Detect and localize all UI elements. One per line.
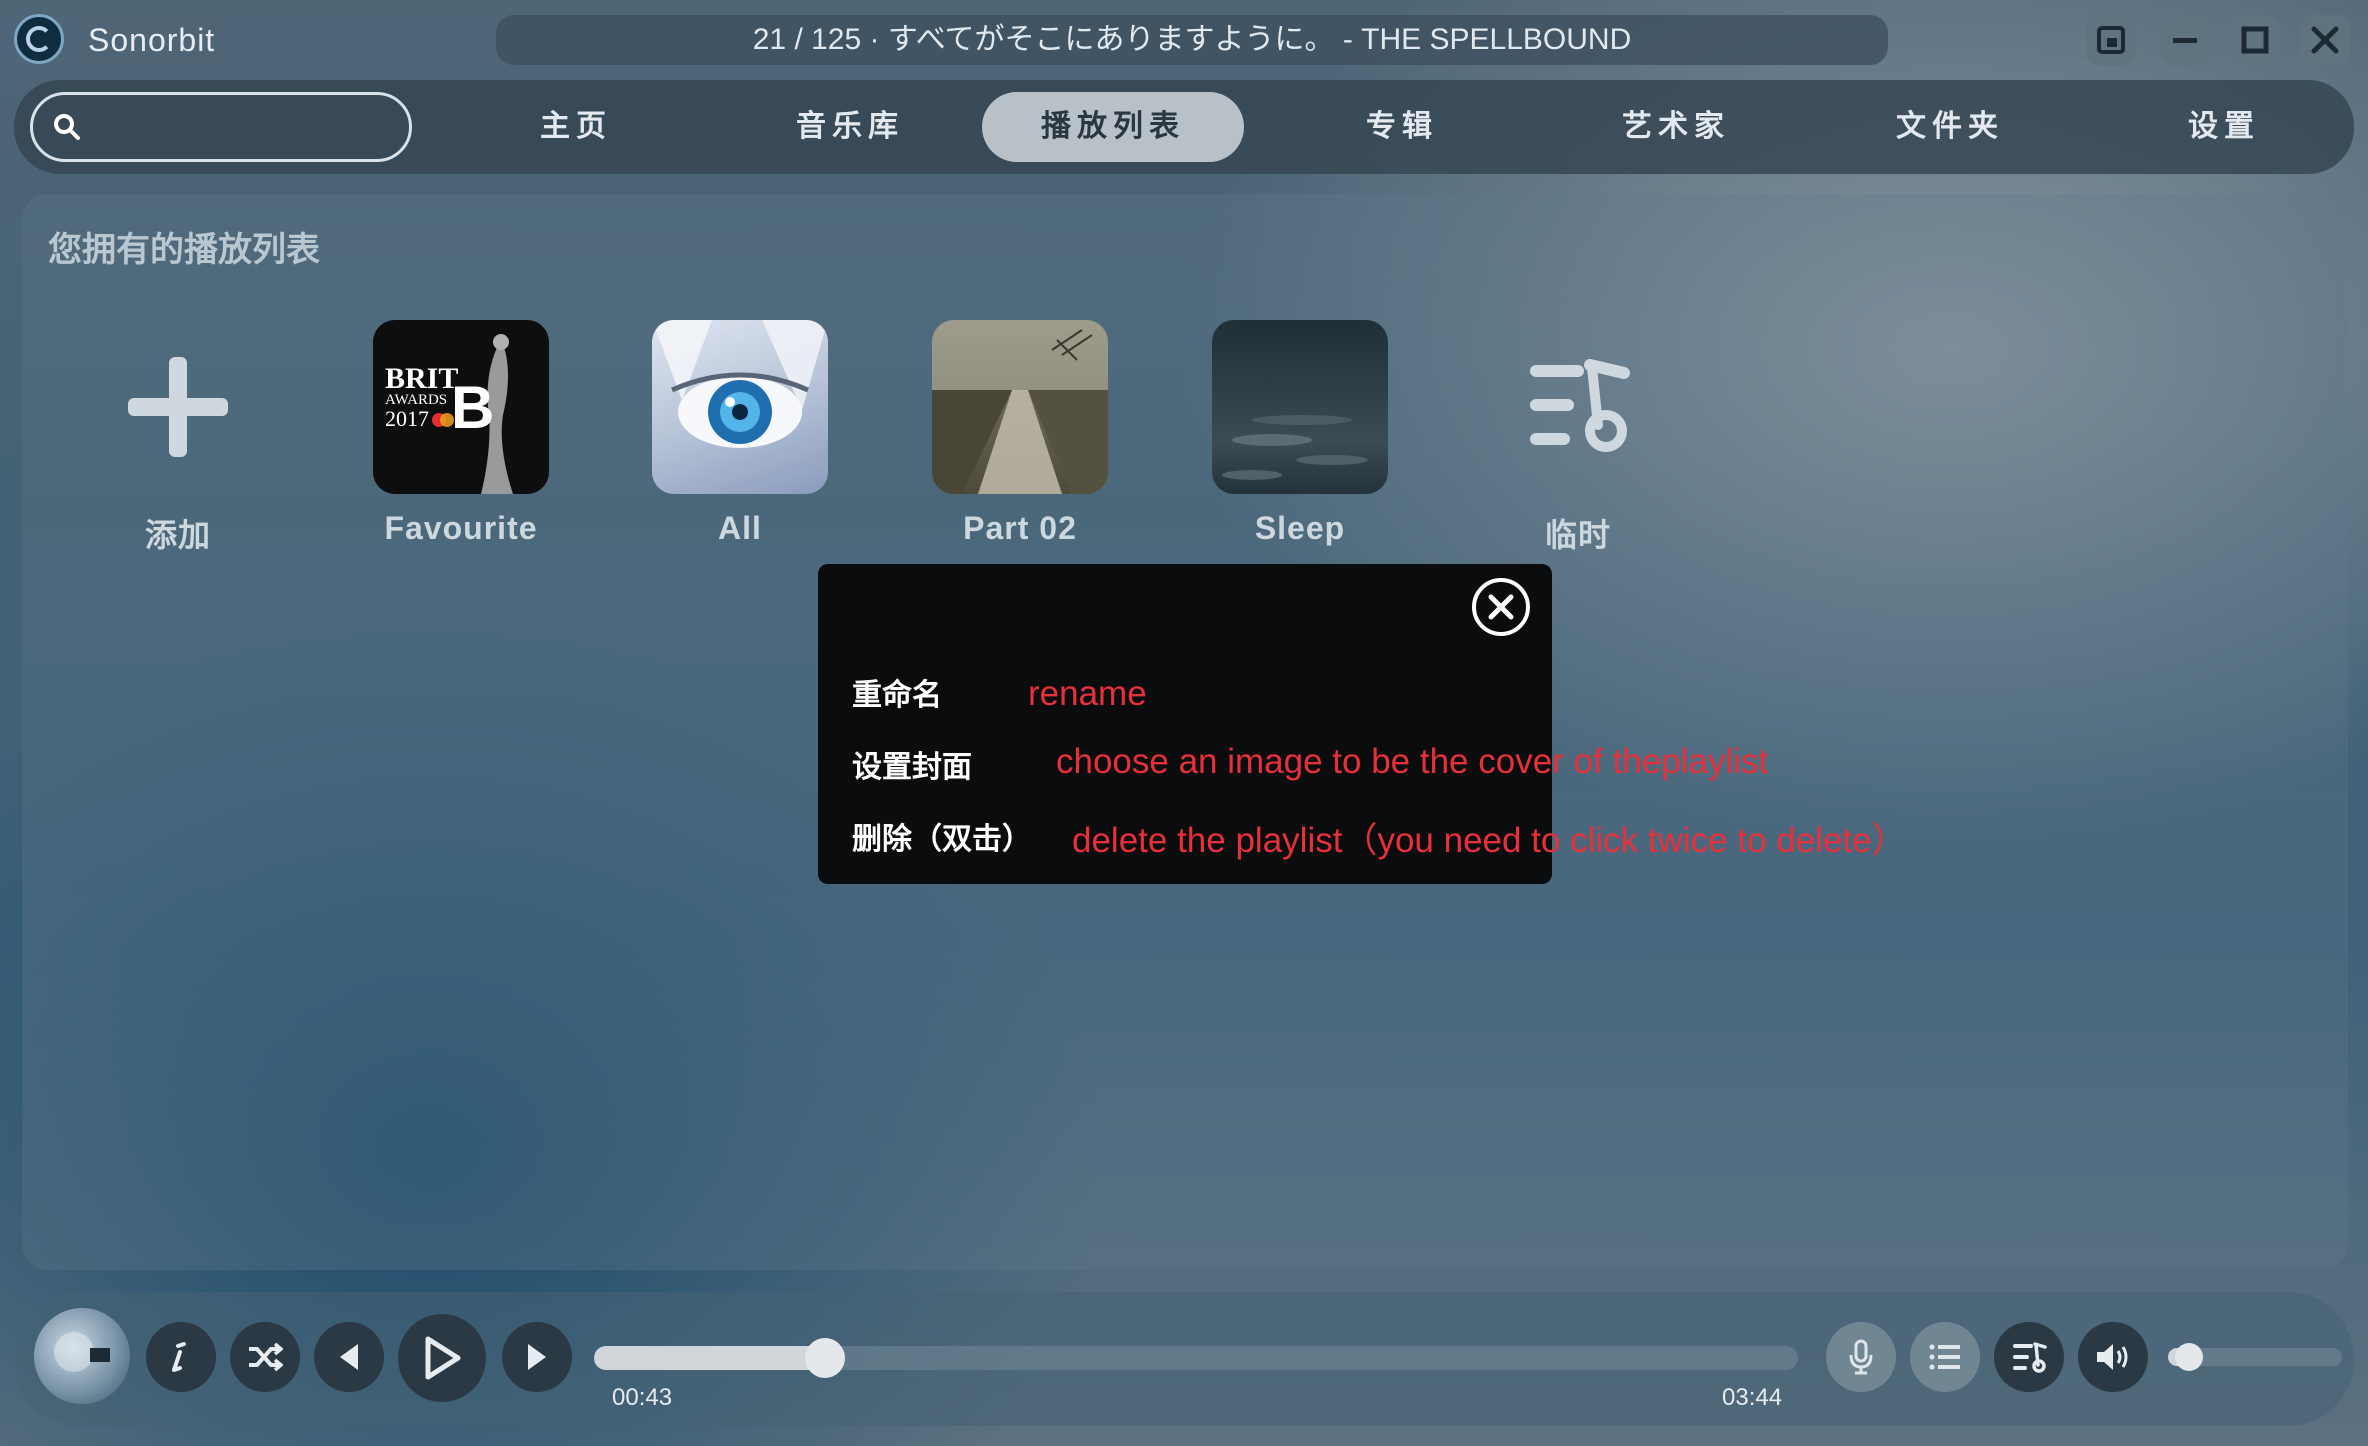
svg-text:B: B: [451, 374, 494, 441]
progress-handle[interactable]: [805, 1338, 846, 1378]
playlist-card-temp[interactable]: 临时: [1490, 320, 1666, 553]
delete-option[interactable]: 删除（双击）: [852, 814, 1032, 858]
section-title: 您拥有的播放列表: [48, 231, 320, 269]
nav-bar: 主页 音乐库 播放列表 专辑 艺术家 文件夹 设置: [14, 80, 2354, 174]
brit-awards-cover-image: BRIT AWARDS 2017 B: [385, 334, 513, 494]
play-icon: [425, 1336, 461, 1380]
playlist-label: Sleep: [1254, 510, 1346, 546]
next-icon: [528, 1344, 546, 1370]
playlist-button[interactable]: [1994, 1322, 2064, 1392]
rename-option[interactable]: 重命名: [852, 670, 942, 714]
close-icon: [2311, 26, 2339, 54]
playlist-card-favourite[interactable]: BRIT AWARDS 2017 B Favourite: [373, 320, 549, 546]
next-button[interactable]: [502, 1322, 572, 1392]
tab-albums[interactable]: 专辑: [1302, 92, 1502, 162]
playlist-label: Part 02: [963, 510, 1077, 546]
volume-slider[interactable]: [2168, 1343, 2342, 1371]
add-playlist-card[interactable]: 添加: [90, 320, 266, 553]
playlist-cover[interactable]: [932, 320, 1108, 494]
set-cover-option[interactable]: 设置封面: [852, 742, 972, 786]
playlist-label: 临时: [1544, 517, 1611, 553]
total-time: 03:44: [1722, 1384, 1783, 1411]
maximize-button[interactable]: [2230, 15, 2280, 65]
mini-mode-icon: [2097, 26, 2125, 54]
play-button[interactable]: [398, 1314, 486, 1402]
shuffle-button[interactable]: [230, 1322, 300, 1392]
volume-handle[interactable]: [2174, 1343, 2203, 1371]
previous-icon: [340, 1344, 358, 1370]
playlist-icon: [2013, 1342, 2047, 1373]
playlist-card-all[interactable]: All: [652, 320, 828, 546]
rain-cover-image: [1222, 415, 1368, 480]
shuffle-icon: [249, 1342, 283, 1372]
tab-home[interactable]: 主页: [476, 92, 676, 162]
current-time: 00:43: [612, 1384, 673, 1411]
now-playing-cover[interactable]: [34, 1308, 130, 1404]
anime-eye-cover-image: [652, 320, 828, 448]
search-icon: [54, 114, 80, 140]
search-input[interactable]: [97, 95, 401, 161]
previous-button[interactable]: [314, 1322, 384, 1392]
playlist-card-sleep[interactable]: Sleep: [1212, 320, 1388, 546]
minimize-button[interactable]: [2160, 15, 2210, 65]
mini-mode-button[interactable]: [2086, 15, 2136, 65]
app-logo: [14, 14, 64, 64]
microphone-button[interactable]: [1826, 1322, 1896, 1392]
search-box[interactable]: [30, 92, 412, 162]
add-playlist-button[interactable]: [90, 320, 266, 494]
playlist-card-part-02[interactable]: Part 02: [932, 320, 1108, 546]
plus-icon: [128, 357, 228, 457]
road-cover-image: [932, 320, 1108, 494]
now-playing-title: 21 / 125 · すべてがそこにありますように。 - THE SPELLBO…: [496, 15, 1888, 65]
playlist-label: 添加: [144, 517, 211, 553]
album-cover-image: [54, 1332, 110, 1372]
set-cover-annotation: choose an image to be the cover of thepl…: [1056, 742, 1769, 781]
delete-annotation: delete the playlist（you need to click tw…: [1072, 821, 1907, 860]
close-window-button[interactable]: [2300, 15, 2350, 65]
cover-text-brit: BRIT: [385, 362, 458, 395]
close-icon: [1488, 594, 1514, 620]
tab-playlists[interactable]: 播放列表: [982, 92, 1244, 162]
volume-button[interactable]: [2078, 1322, 2148, 1392]
minimize-icon: [2173, 38, 2197, 43]
volume-icon: [2097, 1344, 2128, 1370]
queue-music-icon: [1530, 359, 1630, 452]
tab-artists[interactable]: 艺术家: [1576, 92, 1776, 162]
microphone-icon: [1849, 1339, 1873, 1375]
progress-slider[interactable]: [594, 1338, 1798, 1378]
progress-fill: [594, 1346, 826, 1370]
tab-library[interactable]: 音乐库: [750, 92, 950, 162]
list-icon: [1929, 1344, 1960, 1370]
maximize-icon: [2241, 26, 2269, 54]
list-button[interactable]: [1910, 1322, 1980, 1392]
playlist-cover[interactable]: [652, 320, 828, 494]
rename-annotation: rename: [1028, 674, 1147, 713]
dialog-close-button[interactable]: [1472, 578, 1530, 636]
lyrics-button[interactable]: [146, 1322, 216, 1392]
cover-text-year: 2017: [385, 406, 429, 431]
playlist-cover[interactable]: BRIT AWARDS 2017 B: [373, 320, 549, 494]
tab-folders[interactable]: 文件夹: [1850, 92, 2050, 162]
playlist-label: All: [718, 510, 762, 546]
lyrics-info-icon: [172, 1342, 186, 1372]
playlist-cover[interactable]: [1212, 320, 1388, 494]
temp-queue-button[interactable]: [1490, 320, 1666, 494]
app-name: Sonorbit: [74, 15, 230, 65]
tab-settings[interactable]: 设置: [2124, 92, 2324, 162]
playlist-label: Favourite: [384, 510, 538, 546]
